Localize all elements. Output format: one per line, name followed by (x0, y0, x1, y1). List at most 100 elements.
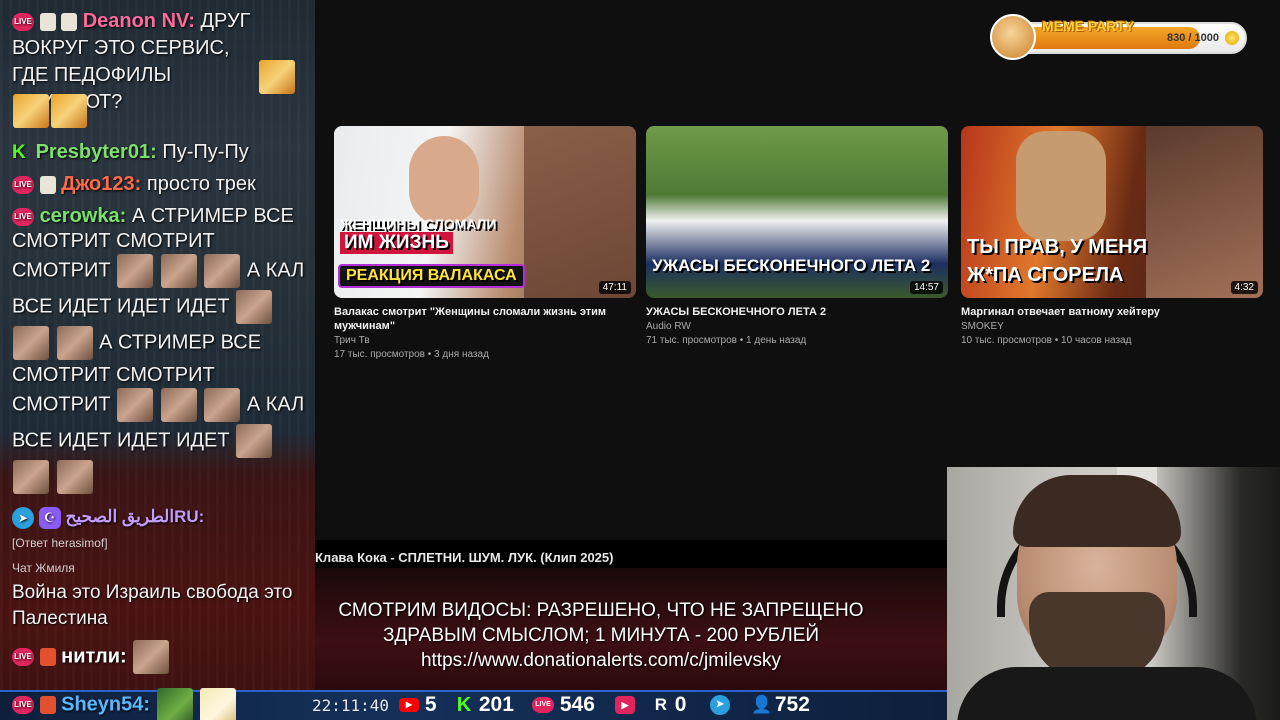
chat-username[interactable]: الطريق الصحيحRU: (65, 507, 204, 526)
chat-line: А СТРИМЕР ВСЕ (12, 326, 308, 360)
thumbnail-cartoon (1016, 131, 1106, 241)
face-emote-icon (13, 460, 49, 494)
badge-icon (39, 648, 56, 666)
chat-line: ВСЕ ИДЕТ ИДЕТ ИДЕТ (12, 290, 308, 324)
tiger-emote-icon (51, 94, 87, 128)
face-emote-icon (204, 388, 241, 422)
chat-line: СМОТРИТ А КАЛ (12, 388, 308, 422)
chat-username[interactable]: нитли: (61, 645, 127, 667)
face-emote-icon (160, 254, 197, 288)
video-card[interactable]: ЖЕНЩИНЫ СЛОМАЛИ ИМ ЖИЗНЬ РЕАКЦИЯ ВАЛАКАС… (334, 126, 636, 360)
video-title[interactable]: Маргинал отвечает ватному хейтеру (961, 305, 1263, 319)
face-emote-icon (160, 388, 197, 422)
video-card[interactable]: УЖАСЫ БЕСКОНЕЧНОГО ЛЕТА 2 14:57 УЖАСЫ БЕ… (646, 126, 948, 346)
telegram-icon: ➤ (710, 695, 730, 716)
badge-icon (39, 696, 56, 714)
chat-text: СМОТРИТ СМОТРИТ (12, 230, 215, 252)
chat-text: просто трек (146, 173, 256, 195)
telegram-icon: ➤ (12, 506, 34, 529)
video-thumbnail[interactable]: ЖЕНЩИНЫ СЛОМАЛИ ИМ ЖИЗНЬ РЕАКЦИЯ ВАЛАКАС… (334, 126, 636, 298)
reply-note: [Ответ herasimof] (12, 536, 108, 550)
chat-username[interactable]: Джо123: (61, 173, 141, 195)
moon-icon: ☪ (38, 506, 61, 529)
thumbnail-person (524, 126, 636, 298)
chat-text: СМОТРИТ (12, 259, 111, 282)
anime-emote-icon (200, 688, 237, 720)
chat-emote-row (12, 460, 308, 494)
live-badge-icon: LIVE (12, 175, 34, 194)
doge-icon (990, 14, 1036, 60)
live-badge-icon: LIVE (12, 207, 34, 226)
video-thumbnail[interactable]: УЖАСЫ БЕСКОНЕЧНОГО ЛЕТА 2 14:57 (646, 126, 948, 298)
face-emote-icon (133, 640, 170, 674)
chat-panel: LIVE Deanon NV: ДРУГ ВОКРУГ ЭТО СЕРВИС, … (0, 0, 315, 720)
video-channel[interactable]: Трич Тв (334, 335, 636, 346)
webcam-feed (947, 467, 1280, 720)
youtube-viewers: ▶ 5 (399, 694, 437, 716)
chat-text: Пу-Пу-Пу (162, 141, 249, 163)
video-title[interactable]: УЖАСЫ БЕСКОНЕЧНОГО ЛЕТА 2 (646, 305, 948, 319)
video-meta: 10 тыс. просмотров • 10 часов назад (961, 335, 1132, 346)
streamer-body (957, 667, 1257, 720)
thumbnail-caption: УЖАСЫ БЕСКОНЕЧНОГО ЛЕТА 2 (652, 256, 931, 275)
meme-party-widget: MEME PARTY 830 / 1000 (990, 14, 1247, 60)
face-emote-icon (56, 326, 93, 360)
now-playing-track: Клава Кока - СПЛЕТНИ. ШУМ. ЛУК. (Клип 20… (315, 550, 614, 565)
kick-count: 201 (478, 693, 514, 716)
pepe-emote-icon (156, 688, 193, 720)
chat-message: LIVE нитли: (12, 640, 308, 674)
chat-source-label: Чат Жмиля (12, 561, 75, 575)
chat-username[interactable]: Deanon NV: (83, 10, 195, 32)
chat-text: ВСЕ ИДЕТ ИДЕТ ИДЕТ (12, 295, 230, 318)
kick-icon: K (12, 141, 26, 163)
chat-message: ➤ ☪ الطريق الصحيحRU: (12, 503, 308, 530)
user-icon: 👤 (751, 695, 773, 715)
total-viewers-count: 752 (774, 693, 810, 716)
youtube-icon: ▶ (399, 698, 419, 713)
video-meta: 71 тыс. просмотров • 1 день назад (646, 335, 807, 346)
skull-icon (61, 12, 78, 31)
coin-icon (1225, 31, 1239, 45)
tiger-emote-icon (259, 60, 295, 94)
chat-text: А КАЛ (246, 393, 305, 416)
chat-text: ДРУГ (200, 10, 251, 32)
thumbnail-caption: РЕАКЦИЯ ВАЛАКАСА (338, 264, 525, 288)
face-emote-icon (236, 290, 273, 324)
video-title[interactable]: Валакас смотрит "Женщины сломали жизнь э… (334, 305, 636, 333)
video-card[interactable]: ТЫ ПРАВ, У МЕНЯ Ж*ПА СГОРЕЛА 4:32 Маргин… (961, 126, 1263, 346)
telegram-status: ➤ (710, 694, 730, 716)
meme-party-score: 830 / 1000 (1167, 32, 1219, 44)
chat-text: ВСЕ ИДЕТ ИДЕТ ИДЕТ (12, 429, 230, 452)
video-duration: 4:32 (1230, 281, 1258, 294)
kick-icon: K (456, 694, 472, 717)
chat-text: СМОТРИТ СМОТРИТ (12, 364, 215, 386)
youtube-feed: ЖЕНЩИНЫ СЛОМАЛИ ИМ ЖИЗНЬ РЕАКЦИЯ ВАЛАКАС… (315, 0, 1280, 540)
chat-emote-row (12, 94, 308, 128)
chat-message: K Presbyter01: Пу-Пу-Пу (12, 139, 308, 166)
video-meta: 17 тыс. просмотров • 3 дня назад (334, 349, 489, 360)
face-emote-icon (13, 326, 49, 360)
live-badge-icon: LIVE (532, 697, 554, 714)
video-duration: 47:11 (598, 281, 631, 294)
live-badge-icon: LIVE (12, 648, 34, 666)
chat-message: LIVE cerowka: А СТРИМЕР ВСЕ (12, 203, 308, 230)
thumbnail-caption: ЖЕНЩИНЫ СЛОМАЛИ (340, 216, 497, 232)
chat-username[interactable]: Sheyn54: (61, 693, 150, 715)
live-viewers: LIVE 546 (532, 694, 595, 716)
tiger-emote-icon (13, 94, 49, 128)
stream-clock: 22:11:40 (312, 696, 390, 715)
chat-username[interactable]: Presbyter01: (36, 141, 157, 163)
video-channel[interactable]: Audio RW (646, 321, 948, 332)
badge-icon (39, 175, 56, 194)
chat-username[interactable]: cerowka: (40, 205, 127, 227)
live-count: 546 (559, 693, 595, 716)
chat-text: А СТРИМЕР ВСЕ (99, 331, 262, 354)
chat-text: А КАЛ (246, 259, 305, 282)
video-channel[interactable]: SMOKEY (961, 321, 1263, 332)
video-thumbnail[interactable]: ТЫ ПРАВ, У МЕНЯ Ж*ПА СГОРЕЛА 4:32 (961, 126, 1263, 298)
donation-link[interactable]: https://www.donationalerts.com/c/jmilevs… (315, 648, 887, 673)
face-emote-icon (56, 460, 93, 494)
face-emote-icon (204, 254, 241, 288)
thumbnail-caption: ТЫ ПРАВ, У МЕНЯ (967, 236, 1148, 258)
chat-message: LIVE Джо123: просто трек (12, 171, 308, 198)
